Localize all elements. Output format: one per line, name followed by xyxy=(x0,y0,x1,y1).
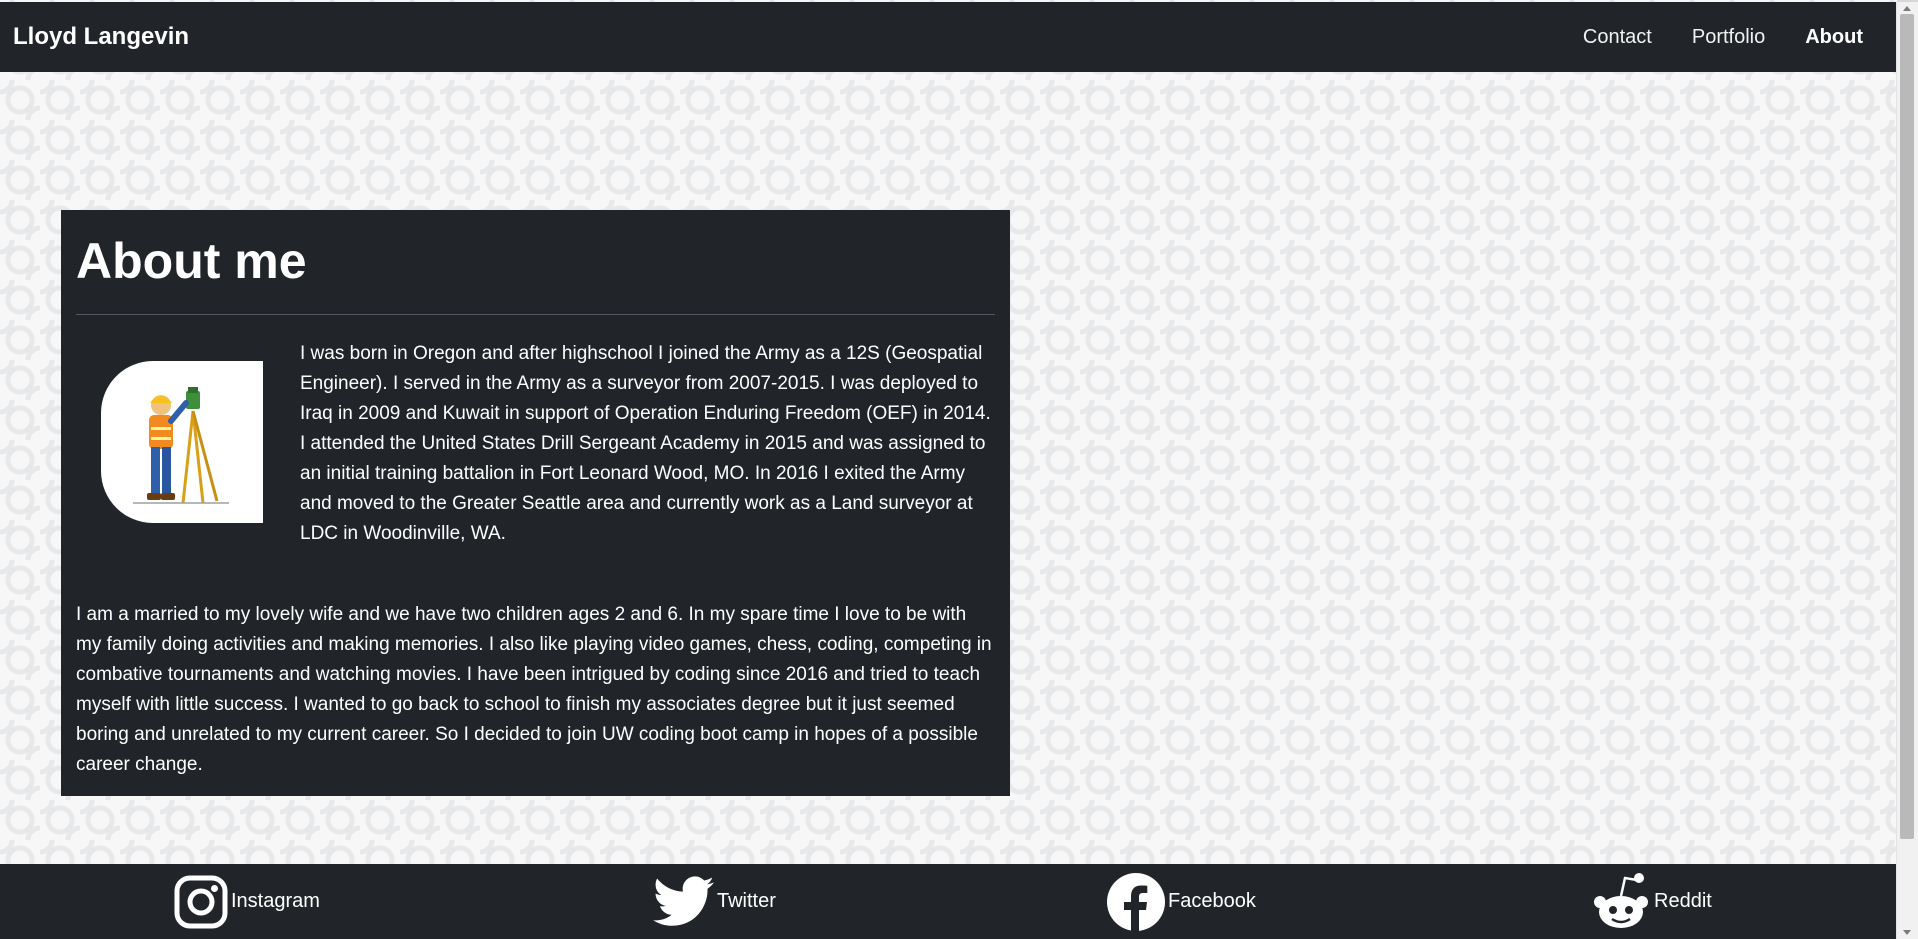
instagram-icon xyxy=(174,875,228,928)
navbar: Lloyd Langevin Contact Portfolio About xyxy=(0,2,1897,72)
scroll-thumb[interactable] xyxy=(1900,14,1914,839)
brand-link[interactable]: Lloyd Langevin xyxy=(13,2,189,72)
about-card: About me I was born in Oregon and after … xyxy=(61,210,1010,796)
nav-portfolio-link[interactable]: Portfolio xyxy=(1692,26,1765,49)
footer: Instagram Twitter Facebook Reddit xyxy=(0,864,1897,939)
vertical-scrollbar[interactable] xyxy=(1896,2,1918,939)
surveyor-illustration-icon xyxy=(133,387,229,504)
reddit-link[interactable]: Reddit xyxy=(1590,864,1712,939)
about-paragraph-1: I was born in Oregon and after highschoo… xyxy=(300,343,991,544)
facebook-icon xyxy=(1107,872,1165,932)
facebook-link[interactable]: Facebook xyxy=(1106,864,1256,939)
twitter-label: Twitter xyxy=(717,890,776,912)
nav-links: Contact Portfolio About xyxy=(1583,2,1863,72)
about-heading: About me xyxy=(76,233,307,289)
scroll-down-arrow-icon[interactable] xyxy=(1903,930,1911,935)
facebook-label: Facebook xyxy=(1168,890,1256,912)
nav-about-link[interactable]: About xyxy=(1805,26,1863,49)
about-paragraph-2: I am a married to my lovely wife and we … xyxy=(76,604,992,775)
scroll-up-arrow-icon[interactable] xyxy=(1903,6,1911,11)
instagram-link[interactable]: Instagram xyxy=(173,864,320,939)
twitter-icon xyxy=(653,875,714,926)
nav-contact-link[interactable]: Contact xyxy=(1583,26,1652,49)
instagram-label: Instagram xyxy=(231,890,320,912)
reddit-icon xyxy=(1594,872,1648,928)
reddit-label: Reddit xyxy=(1654,890,1712,912)
twitter-link[interactable]: Twitter xyxy=(653,864,776,939)
heading-divider xyxy=(76,314,995,315)
avatar xyxy=(101,361,263,523)
